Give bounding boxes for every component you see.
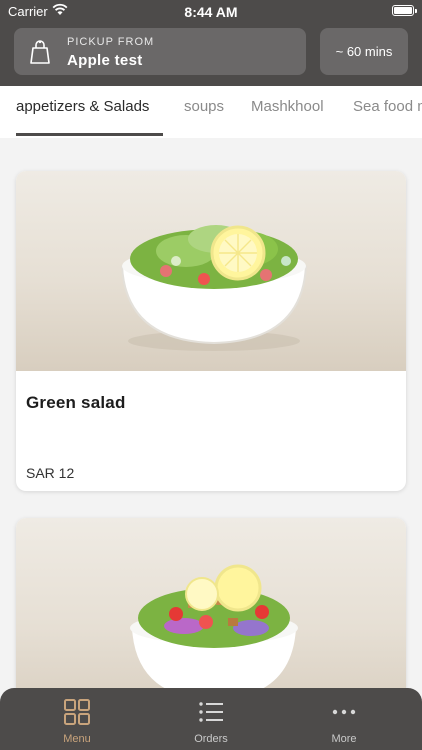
nav-orders[interactable]: Orders xyxy=(141,688,281,750)
nav-menu[interactable]: Menu xyxy=(7,688,147,750)
tab-soups[interactable]: soups xyxy=(184,98,224,115)
list-icon xyxy=(199,702,223,722)
status-bar: Carrier 8:44 AM xyxy=(0,0,422,22)
menu-item-name: Green salad xyxy=(26,393,126,412)
status-time: 8:44 AM xyxy=(184,4,238,20)
category-tabs: appetizers & Salads soups Mashkhool Sea … xyxy=(0,86,422,138)
menu-item-image xyxy=(16,171,406,371)
pickup-label: PICKUP FROM xyxy=(67,36,155,48)
nav-more-label: More xyxy=(331,733,357,745)
tab-sea-food[interactable]: Sea food m xyxy=(353,98,422,115)
eta-button[interactable]: ~ 60 mins xyxy=(320,28,408,75)
grid-icon xyxy=(64,699,90,725)
tab-mashkhool[interactable]: Mashkhool xyxy=(251,98,324,115)
active-tab-indicator xyxy=(16,133,163,136)
nav-orders-label: Orders xyxy=(194,733,228,745)
green-salad-illustration xyxy=(121,225,307,351)
pickup-store-name: Apple test xyxy=(67,52,143,69)
bottom-tab-bar: Menu Orders More xyxy=(0,688,422,750)
tab-appetizers-salads[interactable]: appetizers & Salads xyxy=(16,98,149,115)
nav-more[interactable]: More xyxy=(274,688,414,750)
shopping-bag-icon xyxy=(30,40,50,64)
menu-item-price: SAR 12 xyxy=(26,465,75,481)
more-dots-icon xyxy=(332,709,356,715)
battery-icon xyxy=(392,5,417,16)
menu-feed[interactable]: Green salad SAR 12 xyxy=(0,138,422,750)
menu-item-card[interactable]: Green salad SAR 12 xyxy=(16,171,406,491)
nav-menu-label: Menu xyxy=(63,733,91,745)
pickup-location-button[interactable]: PICKUP FROM Apple test xyxy=(14,28,306,75)
app-header: Carrier 8:44 AM PICKUP FROM Apple test ~… xyxy=(0,0,422,86)
